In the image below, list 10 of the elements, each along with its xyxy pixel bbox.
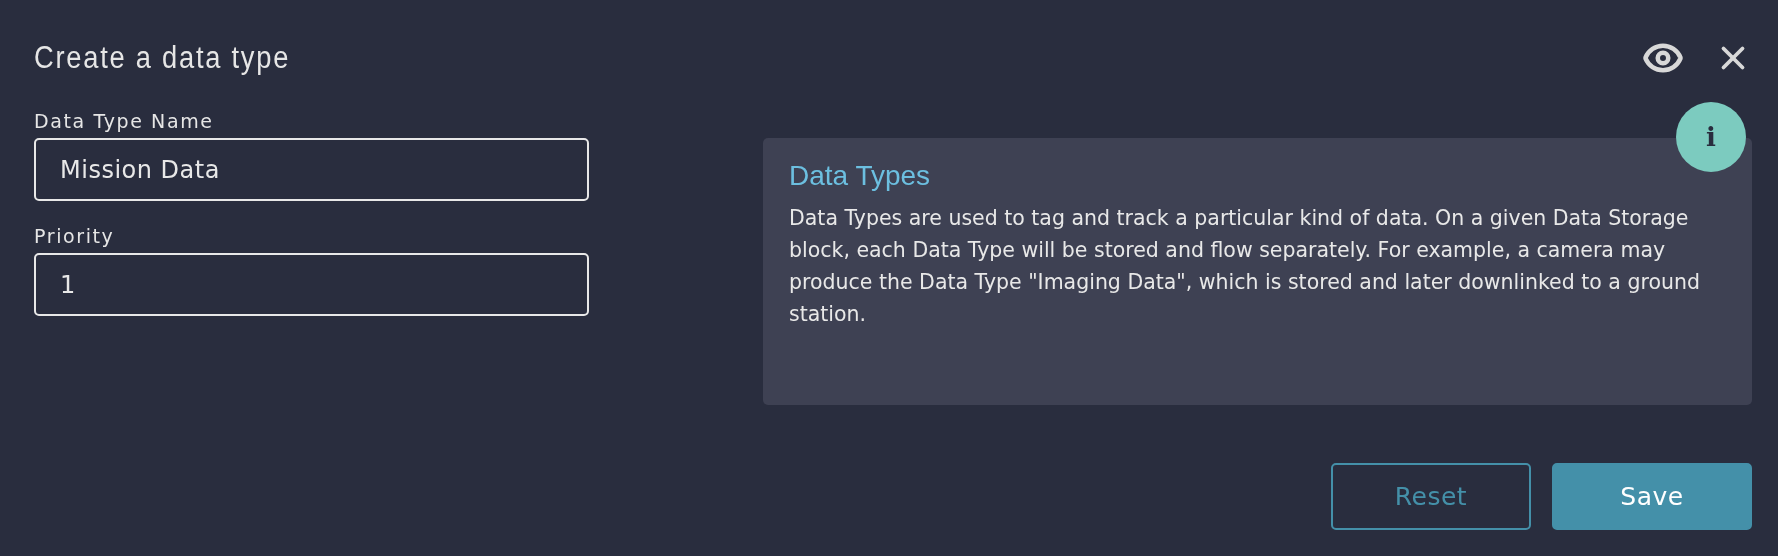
field-label: Priority	[34, 225, 116, 247]
input-field[interactable]: Mission Data	[34, 138, 589, 201]
info-title: Data Types	[789, 160, 932, 192]
info-text: Data Types are used to tag and track a particular kind of data. On a given Data Storage block, each Data Type will be stored and flow separately. For example, a camera may produce the Data Type "Imaging Data", which is stored and later downlinked to a ground station.	[789, 205, 1701, 328]
reset-button[interactable]: Reset	[1331, 463, 1531, 530]
info-badge[interactable]: i	[1676, 102, 1746, 172]
save-button[interactable]: Save	[1552, 463, 1752, 530]
field-label: Data Type Name	[34, 110, 215, 132]
input-field[interactable]: 1	[34, 253, 589, 316]
dialog-title: Create a data type	[34, 40, 291, 76]
